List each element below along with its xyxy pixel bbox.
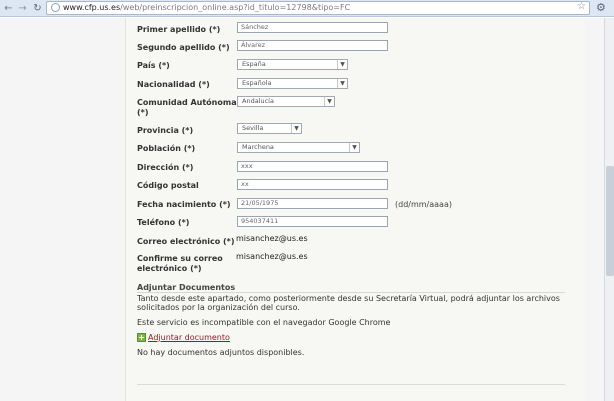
add-document-icon[interactable]: + bbox=[137, 333, 146, 342]
address-bar[interactable]: www.cfp.us.es/web/preinscripcion_online.… bbox=[46, 1, 590, 15]
nacionalidad-label: Nacionalidad (*) bbox=[137, 80, 210, 89]
comunidad-label-line2: (*) bbox=[137, 108, 149, 117]
nacionalidad-select[interactable]: Española ▼ bbox=[237, 78, 348, 89]
primer-apellido-label: Primer apellido (*) bbox=[137, 25, 221, 34]
forward-arrow-icon[interactable]: → bbox=[16, 2, 29, 15]
poblacion-value: Marchena bbox=[242, 143, 274, 151]
nacionalidad-value: Española bbox=[242, 79, 272, 87]
comunidad-value: Andalucía bbox=[242, 97, 274, 105]
pais-value: España bbox=[242, 60, 266, 68]
confirme-correo-value: misanchez@us.es bbox=[236, 252, 308, 261]
browser-warning: Este servicio es incompatible con el nav… bbox=[137, 318, 391, 327]
pais-select[interactable]: España ▼ bbox=[237, 59, 348, 70]
chevron-down-icon: ▼ bbox=[324, 97, 334, 106]
direccion-label: Dirección (*) bbox=[137, 163, 194, 172]
browser-toolbar: ← → ↻ www.cfp.us.es/web/preinscripcion_o… bbox=[0, 0, 614, 17]
provincia-label: Provincia (*) bbox=[137, 126, 194, 135]
poblacion-select[interactable]: Marchena ▼ bbox=[237, 142, 360, 153]
segundo-apellido-label: Segundo apellido (*) bbox=[137, 43, 230, 52]
pais-label: País (*) bbox=[137, 61, 170, 70]
comunidad-select[interactable]: Andalucía ▼ bbox=[237, 96, 335, 107]
provincia-value: Sevilla bbox=[242, 124, 264, 132]
add-document[interactable]: + Adjuntar documento bbox=[137, 333, 230, 343]
reload-icon[interactable]: ↻ bbox=[31, 2, 44, 15]
date-format-hint: (dd/mm/aaaa) bbox=[395, 200, 452, 209]
comunidad-label: Comunidad Autónoma bbox=[137, 98, 237, 107]
url-path: /web/preinscripcion_online.asp?id_titulo… bbox=[120, 3, 351, 12]
scroll-thumb[interactable] bbox=[606, 166, 614, 276]
poblacion-label: Población (*) bbox=[137, 144, 196, 153]
correo-label: Correo electrónico (*) bbox=[137, 237, 235, 246]
star-icon[interactable]: ☆ bbox=[577, 1, 586, 13]
telefono-input[interactable]: 954037411 bbox=[237, 216, 388, 227]
add-document-link[interactable]: Adjuntar documento bbox=[148, 333, 230, 342]
correo-value: misanchez@us.es bbox=[236, 234, 308, 243]
no-documents-text: No hay documentos adjuntos disponibles. bbox=[137, 348, 305, 357]
wrench-icon[interactable]: ⚙ bbox=[596, 1, 606, 14]
fecha-nacimiento-input[interactable]: 21/05/1975 bbox=[237, 198, 388, 209]
segundo-apellido-input[interactable]: Álvarez bbox=[237, 40, 388, 51]
documents-description-line2: solicitados por la organización del curs… bbox=[137, 303, 300, 312]
provincia-select[interactable]: Sevilla ▼ bbox=[237, 123, 302, 134]
scrollbar[interactable] bbox=[604, 18, 614, 401]
fecha-nacimiento-label: Fecha nacimiento (*) bbox=[137, 200, 231, 209]
chevron-down-icon: ▼ bbox=[349, 143, 359, 152]
chevron-down-icon: ▼ bbox=[337, 60, 347, 69]
confirme-correo-label-line2: electrónico (*) bbox=[137, 264, 202, 273]
globe-icon bbox=[51, 3, 60, 12]
telefono-label: Teléfono (*) bbox=[137, 218, 190, 227]
chevron-down-icon: ▼ bbox=[291, 124, 301, 133]
documents-title: Adjuntar Documentos bbox=[137, 283, 236, 292]
section-divider bbox=[137, 292, 565, 293]
direccion-input[interactable]: xxx bbox=[237, 161, 388, 172]
primer-apellido-input[interactable]: Sánchez bbox=[237, 22, 388, 33]
codigo-postal-label: Código postal bbox=[137, 181, 199, 190]
bottom-divider bbox=[137, 384, 565, 385]
back-arrow-icon[interactable]: ← bbox=[2, 2, 15, 15]
codigo-postal-input[interactable]: xx bbox=[237, 179, 388, 190]
confirme-correo-label: Confirme su correo bbox=[137, 254, 223, 263]
url-host: www.cfp.us.es bbox=[63, 3, 121, 12]
chevron-down-icon: ▼ bbox=[337, 79, 347, 88]
